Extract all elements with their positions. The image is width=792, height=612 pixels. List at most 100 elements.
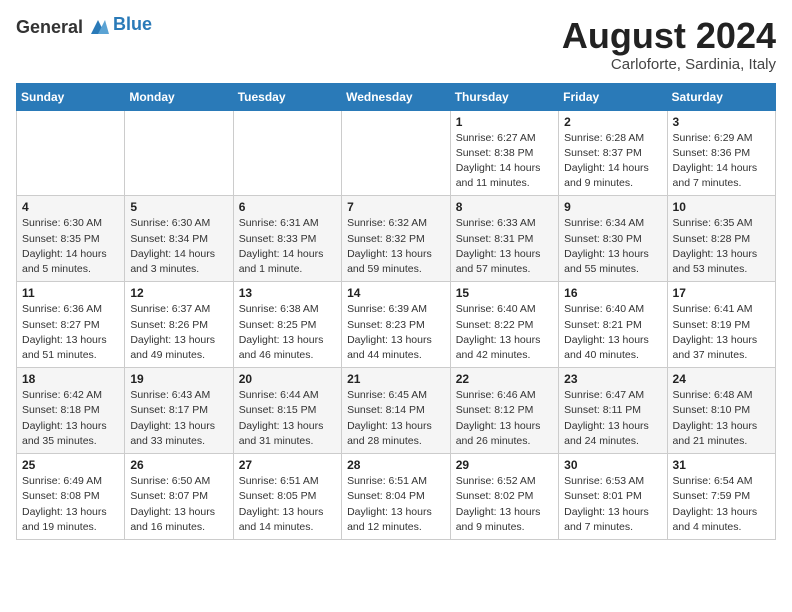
calendar-cell: 31 Sunrise: 6:54 AM Sunset: 7:59 PM Dayli… <box>667 454 775 540</box>
day-number: 7 <box>347 200 445 214</box>
day-number: 3 <box>673 115 770 129</box>
calendar-cell: 1Sunrise: 6:27 AM Sunset: 8:38 PM Daylig… <box>450 110 558 196</box>
day-number: 13 <box>239 286 336 300</box>
day-info: Sunrise: 6:49 AM Sunset: 8:08 PM Dayligh… <box>22 474 119 535</box>
day-info: Sunrise: 6:46 AM Sunset: 8:12 PM Dayligh… <box>456 388 553 449</box>
day-header-tuesday: Tuesday <box>233 83 341 110</box>
calendar-location: Carloforte, Sardinia, Italy <box>562 56 776 73</box>
day-number: 12 <box>130 286 227 300</box>
day-number: 26 <box>130 458 227 472</box>
day-number: 24 <box>673 372 770 386</box>
calendar-cell: 18 Sunrise: 6:42 AM Sunset: 8:18 PM Dayli… <box>17 368 125 454</box>
day-number: 14 <box>347 286 445 300</box>
day-number: 27 <box>239 458 336 472</box>
calendar-cell: 22 Sunrise: 6:46 AM Sunset: 8:12 PM Dayli… <box>450 368 558 454</box>
day-info: Sunrise: 6:42 AM Sunset: 8:18 PM Dayligh… <box>22 388 119 449</box>
calendar-cell: 12 Sunrise: 6:37 AM Sunset: 8:26 PM Dayli… <box>125 282 233 368</box>
calendar-cell: 9 Sunrise: 6:34 AM Sunset: 8:30 PM Daylig… <box>559 196 667 282</box>
calendar-cell: 3 Sunrise: 6:29 AM Sunset: 8:36 PM Daylig… <box>667 110 775 196</box>
calendar-cell: 6Sunrise: 6:31 AM Sunset: 8:33 PM Daylig… <box>233 196 341 282</box>
day-number: 19 <box>130 372 227 386</box>
day-number: 23 <box>564 372 661 386</box>
day-info: Sunrise: 6:50 AM Sunset: 8:07 PM Dayligh… <box>130 474 227 535</box>
calendar-cell: 29Sunrise: 6:52 AM Sunset: 8:02 PM Dayli… <box>450 454 558 540</box>
calendar-cell: 21Sunrise: 6:45 AM Sunset: 8:14 PM Dayli… <box>342 368 451 454</box>
day-info: Sunrise: 6:36 AM Sunset: 8:27 PM Dayligh… <box>22 302 119 363</box>
day-info: Sunrise: 6:40 AM Sunset: 8:22 PM Dayligh… <box>456 302 553 363</box>
day-header-saturday: Saturday <box>667 83 775 110</box>
day-number: 6 <box>239 200 336 214</box>
calendar-cell: 2 Sunrise: 6:28 AM Sunset: 8:37 PM Daylig… <box>559 110 667 196</box>
calendar-week-row: 25 Sunrise: 6:49 AM Sunset: 8:08 PM Dayli… <box>17 454 776 540</box>
calendar-cell: 11 Sunrise: 6:36 AM Sunset: 8:27 PM Dayli… <box>17 282 125 368</box>
calendar-table: SundayMondayTuesdayWednesdayThursdayFrid… <box>16 83 776 540</box>
day-number: 21 <box>347 372 445 386</box>
day-info: Sunrise: 6:43 AM Sunset: 8:17 PM Dayligh… <box>130 388 227 449</box>
day-number: 17 <box>673 286 770 300</box>
calendar-header-row: SundayMondayTuesdayWednesdayThursdayFrid… <box>17 83 776 110</box>
day-number: 10 <box>673 200 770 214</box>
day-info: Sunrise: 6:38 AM Sunset: 8:25 PM Dayligh… <box>239 302 336 363</box>
day-number: 8 <box>456 200 553 214</box>
logo: General Blue <box>16 16 152 38</box>
logo-blue: Blue <box>113 14 152 35</box>
calendar-cell: 30 Sunrise: 6:53 AM Sunset: 8:01 PM Dayli… <box>559 454 667 540</box>
day-info: Sunrise: 6:51 AM Sunset: 8:04 PM Dayligh… <box>347 474 445 535</box>
day-number: 30 <box>564 458 661 472</box>
day-info: Sunrise: 6:32 AM Sunset: 8:32 PM Dayligh… <box>347 216 445 277</box>
calendar-cell: 14 Sunrise: 6:39 AM Sunset: 8:23 PM Dayli… <box>342 282 451 368</box>
page-header: General Blue August 2024 Carloforte, Sar… <box>16 16 776 73</box>
calendar-week-row: 11 Sunrise: 6:36 AM Sunset: 8:27 PM Dayli… <box>17 282 776 368</box>
day-info: Sunrise: 6:39 AM Sunset: 8:23 PM Dayligh… <box>347 302 445 363</box>
day-info: Sunrise: 6:30 AM Sunset: 8:35 PM Dayligh… <box>22 216 119 277</box>
day-number: 9 <box>564 200 661 214</box>
calendar-cell: 26 Sunrise: 6:50 AM Sunset: 8:07 PM Dayli… <box>125 454 233 540</box>
calendar-cell: 17 Sunrise: 6:41 AM Sunset: 8:19 PM Dayli… <box>667 282 775 368</box>
logo-icon <box>87 16 109 38</box>
day-info: Sunrise: 6:41 AM Sunset: 8:19 PM Dayligh… <box>673 302 770 363</box>
calendar-week-row: 1Sunrise: 6:27 AM Sunset: 8:38 PM Daylig… <box>17 110 776 196</box>
day-info: Sunrise: 6:54 AM Sunset: 7:59 PM Dayligh… <box>673 474 770 535</box>
day-number: 11 <box>22 286 119 300</box>
calendar-cell: 23 Sunrise: 6:47 AM Sunset: 8:11 PM Dayli… <box>559 368 667 454</box>
calendar-title: August 2024 <box>562 16 776 56</box>
day-info: Sunrise: 6:51 AM Sunset: 8:05 PM Dayligh… <box>239 474 336 535</box>
day-info: Sunrise: 6:44 AM Sunset: 8:15 PM Dayligh… <box>239 388 336 449</box>
calendar-cell: 13 Sunrise: 6:38 AM Sunset: 8:25 PM Dayli… <box>233 282 341 368</box>
calendar-cell: 24 Sunrise: 6:48 AM Sunset: 8:10 PM Dayli… <box>667 368 775 454</box>
day-info: Sunrise: 6:37 AM Sunset: 8:26 PM Dayligh… <box>130 302 227 363</box>
day-number: 2 <box>564 115 661 129</box>
calendar-cell: 28 Sunrise: 6:51 AM Sunset: 8:04 PM Dayli… <box>342 454 451 540</box>
day-info: Sunrise: 6:34 AM Sunset: 8:30 PM Dayligh… <box>564 216 661 277</box>
day-number: 22 <box>456 372 553 386</box>
title-block: August 2024 Carloforte, Sardinia, Italy <box>562 16 776 73</box>
day-number: 18 <box>22 372 119 386</box>
day-number: 5 <box>130 200 227 214</box>
calendar-week-row: 4 Sunrise: 6:30 AM Sunset: 8:35 PM Daylig… <box>17 196 776 282</box>
day-info: Sunrise: 6:28 AM Sunset: 8:37 PM Dayligh… <box>564 131 661 192</box>
calendar-cell: 25 Sunrise: 6:49 AM Sunset: 8:08 PM Dayli… <box>17 454 125 540</box>
day-info: Sunrise: 6:29 AM Sunset: 8:36 PM Dayligh… <box>673 131 770 192</box>
day-number: 25 <box>22 458 119 472</box>
day-info: Sunrise: 6:33 AM Sunset: 8:31 PM Dayligh… <box>456 216 553 277</box>
day-header-monday: Monday <box>125 83 233 110</box>
day-number: 28 <box>347 458 445 472</box>
day-info: Sunrise: 6:53 AM Sunset: 8:01 PM Dayligh… <box>564 474 661 535</box>
calendar-week-row: 18 Sunrise: 6:42 AM Sunset: 8:18 PM Dayli… <box>17 368 776 454</box>
day-info: Sunrise: 6:40 AM Sunset: 8:21 PM Dayligh… <box>564 302 661 363</box>
calendar-cell: 16 Sunrise: 6:40 AM Sunset: 8:21 PM Dayli… <box>559 282 667 368</box>
calendar-cell: 5 Sunrise: 6:30 AM Sunset: 8:34 PM Daylig… <box>125 196 233 282</box>
day-header-thursday: Thursday <box>450 83 558 110</box>
day-info: Sunrise: 6:30 AM Sunset: 8:34 PM Dayligh… <box>130 216 227 277</box>
day-info: Sunrise: 6:52 AM Sunset: 8:02 PM Dayligh… <box>456 474 553 535</box>
day-info: Sunrise: 6:48 AM Sunset: 8:10 PM Dayligh… <box>673 388 770 449</box>
day-number: 16 <box>564 286 661 300</box>
day-number: 20 <box>239 372 336 386</box>
calendar-cell: 4 Sunrise: 6:30 AM Sunset: 8:35 PM Daylig… <box>17 196 125 282</box>
day-number: 31 <box>673 458 770 472</box>
day-number: 4 <box>22 200 119 214</box>
day-header-wednesday: Wednesday <box>342 83 451 110</box>
calendar-cell <box>125 110 233 196</box>
calendar-cell: 8 Sunrise: 6:33 AM Sunset: 8:31 PM Daylig… <box>450 196 558 282</box>
day-info: Sunrise: 6:47 AM Sunset: 8:11 PM Dayligh… <box>564 388 661 449</box>
